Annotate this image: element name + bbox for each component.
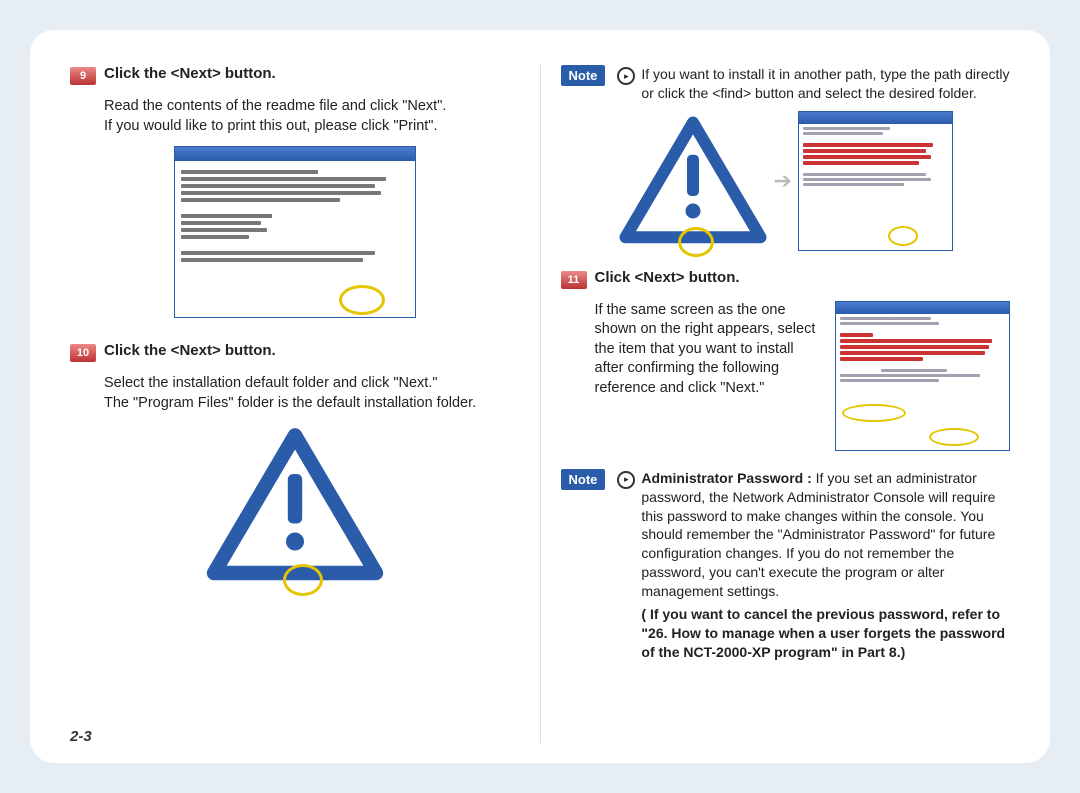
highlight-ring [678,227,714,257]
warning-triangle-icon [618,111,768,251]
highlight-ring [888,226,918,246]
step-11-number: 11 [561,271,587,289]
note-2-body: If you set an administrator password, th… [641,470,995,599]
arrow-right-icon: ➔ [774,168,792,194]
note-1: Note ▸ If you want to install it in anot… [561,65,1011,103]
note-2-lead: Administrator Password : [641,470,815,486]
left-column: 9 Click the <Next> button. Read the cont… [70,65,541,743]
bullet-icon: ▸ [617,67,635,85]
step-10-body: Select the installation default folder a… [70,374,520,413]
readme-screenshot [174,146,416,318]
step-9-line2: If you would like to print this out, ple… [104,117,520,137]
step-10-header: 10 Click the <Next> button. [70,342,520,362]
step-11-header: 11 Click <Next> button. [561,269,1011,289]
note-2-text: Administrator Password : If you set an a… [641,469,1010,662]
highlight-ring [842,404,906,422]
manual-page: 9 Click the <Next> button. Read the cont… [30,30,1050,763]
readme-text-preview [175,161,415,271]
highlight-ring [339,285,385,315]
window-titlebar [175,147,415,161]
highlight-ring [283,564,323,596]
note-badge: Note [561,65,606,86]
note-1-illustration: ➔ [561,111,1011,251]
note-1-text: If you want to install it in another pat… [641,65,1010,103]
right-column: Note ▸ If you want to install it in anot… [541,65,1011,743]
step-10-line1: Select the installation default folder a… [104,374,520,394]
license-dialog-screenshot [798,111,953,251]
step-9-header: 9 Click the <Next> button. [70,65,520,85]
window-titlebar [836,302,1009,314]
note-badge: Note [561,469,606,490]
page-number: 2-3 [70,728,92,745]
step-11-body: If the same screen as the one shown on t… [561,301,826,399]
step-10-number: 10 [70,344,96,362]
step-9-body: Read the contents of the readme file and… [70,97,520,136]
bullet-icon: ▸ [617,471,635,489]
step-9-title: Click the <Next> button. [104,65,276,85]
terms-dialog-screenshot [835,301,1010,451]
step-11-content: If the same screen as the one shown on t… [561,301,1011,451]
step-11-title: Click <Next> button. [595,269,740,289]
step-9-line1: Read the contents of the readme file and… [104,97,520,117]
step-10-line2: The "Program Files" folder is the defaul… [104,394,520,414]
highlight-ring [929,428,979,446]
step-9-illustration [70,146,520,318]
window-titlebar [799,112,952,124]
step-9-number: 9 [70,67,96,85]
step-10-title: Click the <Next> button. [104,342,276,362]
step-10-illustration [70,423,520,588]
warning-triangle-icon [205,423,385,588]
note-2: Note ▸ Administrator Password : If you s… [561,469,1011,662]
note-2-reference: ( If you want to cancel the previous pas… [641,605,1010,662]
